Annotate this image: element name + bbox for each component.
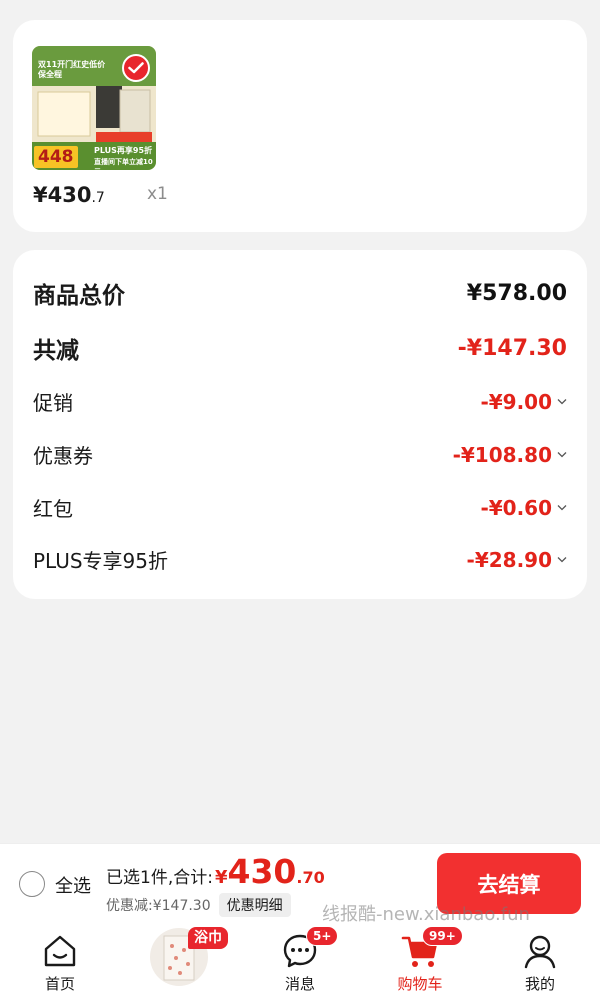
product-image-plus-text: PLUS再享95折 (94, 146, 153, 155)
total-reduce-label: 共减 (33, 338, 79, 364)
tab-towel-promo[interactable]: 浴巾 (120, 923, 240, 1003)
cart-badge: 99+ (422, 926, 463, 946)
selected-count-text: 已选1件,合计: (106, 868, 213, 888)
total-price-value: ¥578.00 (466, 280, 567, 306)
coupon-label: 优惠券 (33, 444, 93, 468)
total-price-row: 商品总价 ¥578.00 (33, 276, 567, 310)
tab-profile-label: 我的 (524, 975, 555, 993)
total-amount-decimal: .70 (296, 868, 325, 887)
price-summary-card: 商品总价 ¥578.00 共减 -¥147.30 促销 -¥9.00 优惠券 -… (13, 250, 587, 599)
plus-discount-row[interactable]: PLUS专享95折 -¥28.90 (33, 545, 567, 574)
tab-cart-label: 购物车 (397, 975, 443, 993)
total-reduce-row: 共减 -¥147.30 (33, 331, 567, 365)
product-image-price: 448 (34, 146, 78, 168)
promotion-label: 促销 (33, 391, 73, 415)
product-image-headline: 双11开门红史低价保全程 (38, 60, 106, 79)
discount-detail-button[interactable]: 优惠明细 (218, 893, 291, 917)
discount-text: 优惠减:¥147.30 (106, 898, 211, 914)
total-reduce-value: -¥147.30 (457, 335, 567, 361)
chevron-down-icon (557, 557, 567, 563)
towel-badge: 浴巾 (188, 927, 228, 949)
messages-badge: 5+ (306, 926, 339, 946)
tab-messages[interactable]: 5+ 消息 (240, 923, 360, 1003)
item-selected-check-icon[interactable] (122, 54, 150, 82)
plus-discount-label: PLUS专享95折 (33, 549, 168, 573)
select-all-radio[interactable] (19, 871, 45, 897)
red-packet-value: -¥0.60 (480, 495, 552, 520)
user-icon (524, 935, 556, 969)
red-packet-row[interactable]: 红包 -¥0.60 (33, 493, 567, 522)
coupon-row[interactable]: 优惠券 -¥108.80 (33, 440, 567, 469)
tab-cart[interactable]: 99+ 购物车 (360, 923, 480, 1003)
discount-summary: 优惠减:¥147.30 优惠明细 (106, 893, 291, 917)
tab-home[interactable]: 首页 (0, 923, 120, 1003)
item-quantity: x1 (147, 184, 168, 204)
product-thumbnail[interactable]: 双11开门红史低价保全程 PLUS再享95折 直播间下单立减10元 448 (32, 46, 156, 170)
total-price-label: 商品总价 (33, 283, 125, 309)
total-currency: ¥ (214, 867, 228, 888)
home-icon (44, 935, 76, 967)
tab-messages-label: 消息 (284, 975, 315, 993)
product-image-live-text: 直播间下单立减10元 (94, 158, 153, 170)
select-all-label[interactable]: 全选 (55, 872, 91, 898)
promotion-value: -¥9.00 (480, 389, 552, 414)
plus-discount-value: -¥28.90 (466, 547, 552, 572)
cart-item-card: 双11开门红史低价保全程 PLUS再享95折 直播间下单立减10元 448 ¥4… (13, 20, 587, 232)
chevron-down-icon (557, 399, 567, 405)
total-amount: 430 (227, 852, 297, 891)
item-price: ¥430.7 (33, 183, 105, 207)
tab-home-label: 首页 (44, 975, 75, 993)
bottom-tab-bar: 首页 浴巾 5+ 消息 99+ 购物车 我的 (0, 923, 600, 1003)
chevron-down-icon (557, 452, 567, 458)
tab-profile[interactable]: 我的 (480, 923, 600, 1003)
coupon-value: -¥108.80 (452, 442, 552, 467)
promotion-row[interactable]: 促销 -¥9.00 (33, 387, 567, 416)
chevron-down-icon (557, 505, 567, 511)
red-packet-label: 红包 (33, 497, 73, 521)
cart-total: 已选1件,合计: ¥ 430 .70 (106, 852, 325, 891)
